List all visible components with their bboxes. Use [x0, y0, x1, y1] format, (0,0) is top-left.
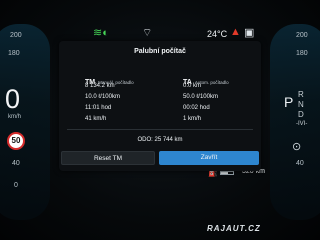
tick-label: 40 — [296, 160, 304, 167]
watermark: RAJAUT.CZ — [207, 224, 261, 233]
tick-label: 0 — [14, 182, 18, 189]
wiper-icon: ⌔ — [142, 27, 153, 39]
trip-name: Manuál. počítadlo — [98, 80, 134, 85]
camera-icon: ▣ — [244, 27, 255, 39]
drive-mode-icon: ⊙ — [292, 141, 302, 153]
tick-label: 40 — [12, 160, 20, 167]
speed-value: 0 — [5, 84, 21, 114]
tick-label: 180 — [296, 50, 308, 57]
divider — [67, 129, 253, 130]
trip-name: Autom. počítadlo — [194, 80, 229, 85]
speed-limit-value: 50 — [11, 136, 21, 145]
trip-duration: 11:01 hod — [85, 105, 112, 111]
trip-avg-speed: 1 km/h — [183, 116, 202, 122]
trip-avg-speed: 41 km/h — [85, 116, 107, 122]
gear-neutral: N — [298, 100, 304, 109]
gear-indicator: P R N D -IVI- — [284, 90, 320, 136]
status-bar: 200 200 ≋◐ ⌔ 24°C ▲ ▣ — [0, 0, 320, 44]
speed-unit: km/h — [8, 114, 22, 120]
outside-temperature: 24°C — [207, 29, 228, 39]
fuel-level-bar — [220, 171, 234, 175]
gear-park: P — [284, 94, 294, 110]
odometer: ODO: 25 744 km — [137, 137, 183, 143]
tick-label: 200 — [296, 32, 308, 39]
fuel-level-fill — [221, 172, 229, 174]
instrument-cluster: 200 200 ≋◐ ⌔ 24°C ▲ ▣ 180 0 km/h 50 40 0… — [0, 0, 320, 240]
warning-icon: ▲ — [230, 26, 241, 38]
headlight-icon: ≋◐ — [93, 27, 109, 39]
gear-mode: -IVI- — [296, 121, 308, 127]
trip-duration: 00:02 hod — [183, 105, 210, 111]
trip-computer-panel: Palubní počítač TM Manuál. počítadlo 8 13… — [59, 41, 261, 171]
gear-reverse: R — [298, 90, 304, 99]
gear-drive: D — [298, 110, 304, 119]
reset-trip-button[interactable]: Reset TM — [61, 151, 155, 165]
column-header: TM Manuál. počítadlo — [85, 71, 180, 86]
trip-code: TM — [85, 79, 96, 86]
trip-consumption: 50.0 ℓ/100km — [183, 94, 218, 100]
tick-label: 180 — [8, 50, 20, 57]
trip-manual-column: TM Manuál. počítadlo 8 134.2 km 10.0 ℓ/10… — [85, 71, 180, 125]
trip-code: TA — [183, 79, 192, 86]
tick-label: 200 — [10, 32, 22, 39]
trip-auto-column: TA Autom. počítadlo 0.0 km 50.0 ℓ/100km 0… — [183, 71, 261, 125]
trip-consumption: 10.0 ℓ/100km — [85, 94, 120, 100]
close-button[interactable]: Zavřít — [159, 151, 259, 165]
column-header: TA Autom. počítadlo — [183, 71, 261, 86]
speed-limit-sign: 50 — [7, 132, 25, 150]
panel-title: Palubní počítač — [134, 48, 186, 55]
